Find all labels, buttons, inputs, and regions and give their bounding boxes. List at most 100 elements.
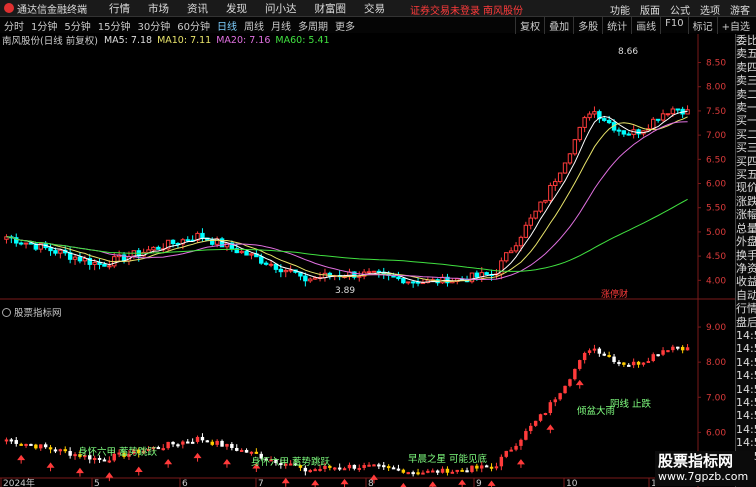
indicator-candle [102, 459, 107, 462]
price-candle [401, 278, 406, 284]
indicator-candle [509, 449, 513, 452]
buy-arrow-icon [575, 379, 584, 389]
pattern-label: 阴线 止跌 [610, 398, 652, 410]
indicator-candle [372, 464, 376, 467]
side-panel-item[interactable]: 涨跌 [736, 195, 756, 208]
side-panel-item[interactable]: 买三 [736, 141, 756, 154]
price-tick-label: 5.50 [706, 204, 726, 214]
price-candle [548, 184, 553, 201]
price-candle [567, 153, 573, 164]
price-candle [553, 181, 558, 186]
side-panel-item[interactable]: 卖三 [736, 74, 756, 87]
indicator-candle [58, 449, 63, 452]
side-panel-item[interactable]: 买四 [736, 155, 756, 168]
indicator-candle [254, 451, 259, 454]
side-panel-item[interactable]: 卖一 [736, 101, 756, 114]
price-candle [102, 263, 107, 267]
price-candle [107, 265, 112, 268]
side-panel-item[interactable]: 卖五 [736, 47, 756, 60]
indicator-header: 股票指标网 [2, 305, 62, 319]
indicator-candle [186, 441, 190, 444]
side-panel-item[interactable]: 14:50 [736, 356, 756, 369]
price-candle [675, 108, 680, 111]
indicator-candle [92, 457, 97, 460]
indicator-candle [631, 361, 636, 366]
date-label: 9 [476, 479, 482, 487]
indicator-candle [558, 393, 562, 400]
price-candle [58, 249, 63, 254]
price-candle [538, 201, 543, 212]
price-candle [170, 239, 176, 245]
indicator-candle [244, 449, 249, 453]
side-panel-item[interactable]: 卖四 [736, 61, 756, 74]
indicator-candle [548, 402, 553, 414]
indicator-candle [337, 467, 342, 470]
price-candle [303, 275, 308, 282]
side-panel-item[interactable]: 14:50 [736, 383, 756, 396]
price-candle [665, 113, 671, 116]
side-panel-item[interactable]: 买一 [736, 114, 756, 127]
indicator-candle [538, 414, 543, 421]
indicator-candle [617, 362, 621, 365]
price-candle [582, 117, 587, 128]
indicator-candle [553, 399, 557, 403]
indicator-tick-label: 9.00 [706, 323, 726, 333]
side-panel-item[interactable]: 14:50 [736, 329, 756, 342]
side-panel-item[interactable]: 14:50 [736, 423, 756, 436]
side-panel-item[interactable]: 买五 [736, 168, 756, 181]
buy-arrow-icon [105, 472, 114, 482]
side-panel-item[interactable]: 14:50 [736, 369, 756, 382]
buy-arrow-icon [75, 467, 84, 477]
price-candle [415, 281, 421, 284]
moving-average-lines [6, 110, 688, 283]
indicator-candle [661, 350, 665, 355]
indicator-candle [543, 413, 548, 416]
side-panel-item[interactable]: 委比 [736, 34, 756, 47]
high-price-label: 8.66 [618, 47, 638, 57]
buy-arrow-icon [340, 478, 349, 487]
price-candle [655, 118, 661, 121]
indicator-candle [666, 350, 670, 353]
price-candle [366, 271, 372, 274]
buy-arrow-icon [46, 462, 55, 472]
price-candle [602, 118, 607, 121]
side-panel-item[interactable]: 14:50 [736, 409, 756, 422]
side-panel-item[interactable]: 14:50 [736, 436, 756, 449]
indicator-marks: 身怀六甲 蓄势跳跃身怀六甲 蓄势跳跃 早晨之星 可能见底倾盆大雨阴线 止跌 [17, 379, 652, 487]
indicator-candle [627, 364, 631, 367]
main-chart-header: 南风股份(日线 前复权) MA5: 7.18 MA10: 7.11 MA20: … [0, 34, 330, 48]
indicator-candle [176, 444, 180, 447]
price-candle [528, 217, 533, 226]
price-candle [278, 268, 284, 273]
side-panel-item[interactable]: 14:50 [736, 342, 756, 355]
indicator-settings-icon[interactable] [2, 307, 11, 317]
side-panel-item[interactable]: 行情 [736, 302, 756, 315]
side-panel-item[interactable]: 总量 [736, 222, 756, 235]
price-tick-label: 6.50 [706, 155, 726, 165]
side-panel-item[interactable]: 自动 [736, 289, 756, 302]
price-tick-label: 8.00 [706, 83, 726, 93]
price-candle [312, 277, 318, 280]
price-candle [577, 126, 582, 141]
indicator-candle [391, 467, 396, 470]
side-panel-item[interactable]: 卖二 [736, 88, 756, 101]
side-panel-item[interactable]: 涨幅 [736, 208, 756, 221]
price-tick-label: 7.50 [706, 107, 726, 117]
indicator-candle [239, 449, 244, 452]
price-tick-label: 5.00 [706, 228, 726, 238]
side-panel-item[interactable]: 盘后 [736, 316, 756, 329]
kline-chart[interactable]: 8.50 8.00 7.50 7.00 6.50 6.00 5.50 5.00 4.50 4.00… [0, 0, 735, 487]
side-panel-item[interactable]: 现价 [736, 181, 756, 194]
side-panel-item[interactable]: 收益 [736, 275, 756, 288]
indicator-candle [519, 439, 523, 446]
side-panel-item[interactable]: 买二 [736, 128, 756, 141]
side-panel-item[interactable]: 14:50 [736, 396, 756, 409]
indicator-candle [435, 470, 440, 473]
indicator-candle [73, 454, 77, 457]
indicator-candle [597, 348, 602, 354]
indicator-candle [416, 472, 420, 475]
side-panel-item[interactable]: 净资 [736, 262, 756, 275]
side-panel-item[interactable]: 外盘 [736, 235, 756, 248]
side-panel-item[interactable]: 换手 [736, 249, 756, 262]
indicator-candle [676, 346, 680, 349]
